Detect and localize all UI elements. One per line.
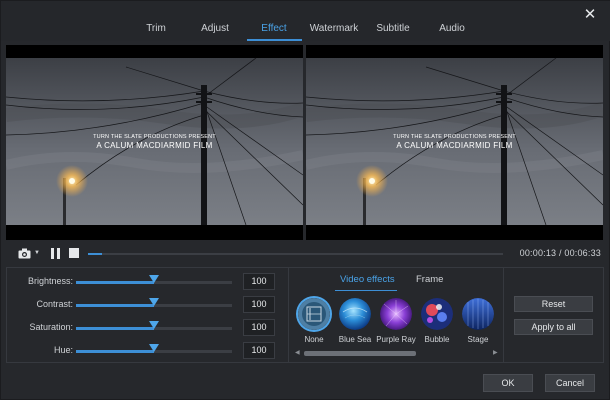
active-tab-indicator	[247, 39, 302, 41]
saturation-row: Saturation: 100	[7, 318, 288, 338]
stop-icon[interactable]	[69, 248, 79, 258]
slider-handle[interactable]	[149, 321, 159, 329]
slider-fill	[76, 327, 154, 330]
tab-subtitle[interactable]: Subtitle	[370, 23, 416, 41]
effect-bubble-thumbnail	[421, 298, 453, 330]
tab-video-effects[interactable]: Video effects	[340, 274, 395, 285]
brightness-row: Brightness: 100	[7, 272, 288, 292]
cancel-button[interactable]: Cancel	[545, 374, 595, 392]
slider-handle[interactable]	[149, 298, 159, 306]
credit-line-1: TURN THE SLATE PRODUCTIONS PRESENT	[393, 134, 516, 140]
effect-label: Stage	[467, 335, 489, 344]
progress-fill	[88, 253, 102, 255]
close-icon[interactable]: ✕	[581, 5, 599, 23]
adjust-panel: Brightness: 100 Contrast: 100 Saturation…	[7, 268, 288, 362]
contrast-row: Contrast: 100	[7, 295, 288, 315]
output-preview: TURN THE SLATE PRODUCTIONS PRESENT A CAL…	[306, 45, 603, 240]
ok-button[interactable]: OK	[483, 374, 533, 392]
tab-watermark[interactable]: Watermark	[306, 23, 362, 41]
tab-frame[interactable]: Frame	[416, 274, 443, 285]
tab-adjust[interactable]: Adjust	[192, 23, 238, 41]
contrast-slider[interactable]	[76, 298, 232, 307]
scroll-left-icon[interactable]: ◀	[295, 350, 301, 357]
timecode: 00:00:13 / 00:06:33	[519, 248, 601, 258]
effect-stage[interactable]: Stage	[458, 298, 498, 346]
dialog-footer: OK Cancel	[1, 366, 610, 400]
saturation-value[interactable]: 100	[243, 319, 275, 336]
brightness-value[interactable]: 100	[243, 273, 275, 290]
panel-divider	[503, 268, 504, 362]
saturation-label: Saturation:	[29, 322, 73, 332]
scrollbar-thumb[interactable]	[304, 351, 416, 356]
chevron-down-icon[interactable]: ▼	[34, 248, 42, 259]
hue-row: Hue: 100	[7, 341, 288, 361]
brightness-slider[interactable]	[76, 275, 232, 284]
effects-panel: Video effects Frame None Blue Sea Purple…	[289, 268, 503, 362]
saturation-slider[interactable]	[76, 321, 232, 330]
contrast-label: Contrast:	[36, 299, 73, 309]
effect-none-thumbnail	[298, 298, 330, 330]
effects-scrollbar[interactable]: ◀ ▶	[295, 350, 499, 357]
original-preview: TURN THE SLATE PRODUCTIONS PRESENT A CAL…	[6, 45, 303, 240]
effect-stage-thumbnail	[462, 298, 494, 330]
credit-line-1: TURN THE SLATE PRODUCTIONS PRESENT	[93, 134, 216, 140]
settings-panel: Brightness: 100 Contrast: 100 Saturation…	[6, 267, 604, 363]
credit-line-2: A CALUM MACDIARMID FILM	[396, 141, 513, 150]
apply-to-all-button[interactable]: Apply to all	[514, 319, 593, 335]
playback-bar: ▼ 00:00:13 / 00:06:33	[6, 242, 604, 266]
effect-dialog: Trim Adjust Effect Watermark Subtitle Au…	[0, 0, 610, 400]
scroll-right-icon[interactable]: ▶	[493, 350, 499, 357]
hue-label: Hue:	[53, 345, 73, 355]
reset-button[interactable]: Reset	[514, 296, 593, 312]
slider-handle[interactable]	[149, 344, 159, 352]
playback-progress[interactable]	[88, 253, 503, 255]
effects-tab-indicator	[335, 290, 397, 291]
hue-value[interactable]: 100	[243, 342, 275, 359]
credit-line-2: A CALUM MACDIARMID FILM	[96, 141, 213, 150]
pause-icon[interactable]	[51, 248, 61, 259]
tab-audio[interactable]: Audio	[429, 23, 475, 41]
slider-fill	[76, 304, 154, 307]
slider-handle[interactable]	[149, 275, 159, 283]
camera-icon[interactable]	[18, 248, 31, 259]
effect-blue-sea-thumbnail	[339, 298, 371, 330]
tab-trim[interactable]: Trim	[133, 23, 179, 41]
contrast-value[interactable]: 100	[243, 296, 275, 313]
brightness-label: Brightness:	[27, 276, 73, 286]
tab-bar: Trim Adjust Effect Watermark Subtitle Au…	[1, 1, 610, 41]
effect-purple-ray-thumbnail	[380, 298, 412, 330]
hue-slider[interactable]	[76, 344, 232, 353]
slider-fill	[76, 281, 154, 284]
slider-fill	[76, 350, 154, 353]
